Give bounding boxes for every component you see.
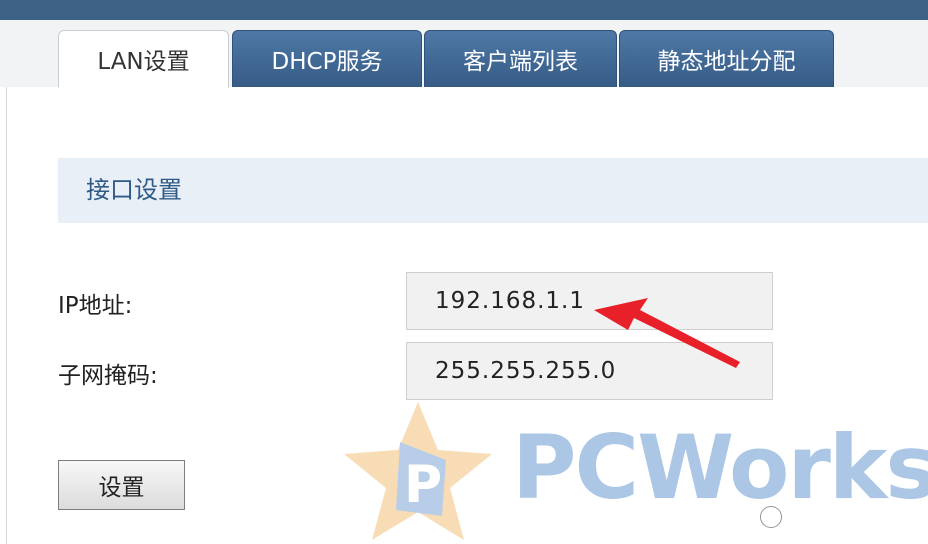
ip-address-field[interactable]: 192.168.1.1 bbox=[406, 272, 773, 330]
subnet-mask-field[interactable]: 255.255.255.0 bbox=[406, 342, 773, 400]
ip-address-value: 192.168.1.1 bbox=[435, 288, 585, 314]
set-button-label: 设置 bbox=[98, 475, 145, 501]
ip-address-label: IP地址: bbox=[58, 293, 133, 319]
section-header: 接口设置 bbox=[58, 158, 928, 223]
tab-lan-settings[interactable]: LAN设置 bbox=[58, 30, 229, 88]
section-title: 接口设置 bbox=[86, 176, 182, 204]
tab-client-list[interactable]: 客户端列表 bbox=[424, 30, 617, 87]
subnet-mask-label: 子网掩码: bbox=[58, 363, 158, 389]
panel-border bbox=[6, 87, 7, 544]
tab-label: LAN设置 bbox=[97, 49, 190, 75]
small-circle-icon bbox=[760, 506, 782, 528]
header-bar bbox=[0, 0, 928, 20]
set-button[interactable]: 设置 bbox=[58, 460, 185, 510]
subnet-mask-value: 255.255.255.0 bbox=[435, 358, 617, 384]
watermark-small-logo bbox=[760, 502, 920, 532]
tab-dhcp-service[interactable]: DHCP服务 bbox=[232, 30, 422, 87]
tab-label: DHCP服务 bbox=[271, 49, 383, 75]
tab-static-address[interactable]: 静态地址分配 bbox=[619, 30, 834, 87]
tab-label: 客户端列表 bbox=[463, 49, 578, 75]
tab-label: 静态地址分配 bbox=[657, 49, 796, 75]
